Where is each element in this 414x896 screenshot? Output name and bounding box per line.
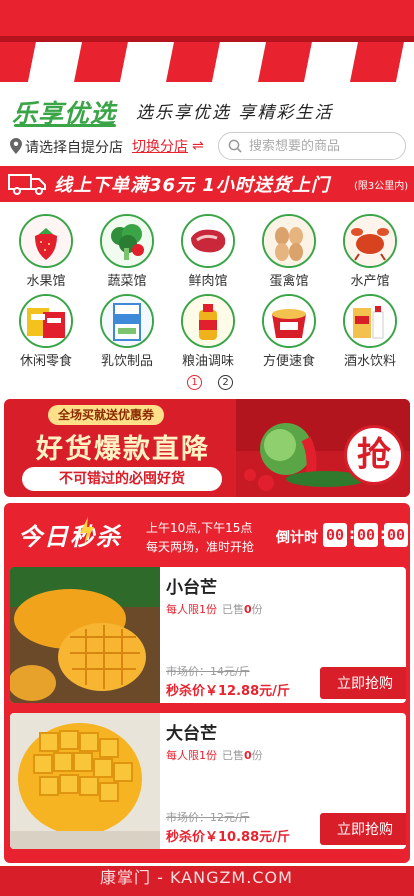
meat-icon (181, 214, 235, 268)
category-eggs[interactable]: 蛋禽馆 (249, 210, 329, 289)
product-sale-price: 秒杀价￥12.88元/斤 (166, 684, 290, 699)
snack-icon (19, 294, 73, 348)
page-dot-1[interactable]: 1 (187, 375, 202, 390)
brand-slogan: 选乐享优选 享精彩生活 (136, 103, 334, 123)
category-label: 粮油调味 (181, 354, 234, 369)
product-name: 小台芒 (166, 578, 217, 598)
category-label: 酒水饮料 (343, 354, 396, 369)
milk-icon (100, 294, 154, 348)
awning-stripe (74, 42, 128, 87)
instant-noodle-icon (262, 294, 316, 348)
product-sold-count: 已售0份 (222, 749, 263, 762)
product-name: 大台芒 (166, 724, 217, 744)
product-limit: 每人限1份 (166, 603, 217, 616)
promo-subtitle: 不可错过的必囤好货 (22, 467, 222, 491)
search-input[interactable] (249, 136, 399, 156)
promo-banner[interactable]: 全场买就送优惠券 好货爆款直降 不可错过的必囤好货 抢 (4, 399, 410, 497)
watermark-text: 康掌门 - KANGZM.COM (100, 868, 293, 887)
category-grain-oil[interactable]: 粮油调味 (168, 290, 248, 369)
flash-sale-note: 每天两场，准时开抢 (146, 540, 255, 554)
category-seafood[interactable]: 水产馆 (330, 210, 410, 289)
buy-now-button[interactable]: 立即抢购 (320, 813, 406, 845)
flash-sale-section: 今日秒杀 上午10点,下午15点 每天两场，准时开抢 倒计时 00 : 00 :… (4, 503, 410, 863)
flash-sale-schedule: 上午10点,下午15点 (146, 521, 253, 535)
grab-badge: 抢 (344, 425, 404, 485)
mango-image (10, 567, 160, 703)
awning-stripe (258, 42, 312, 87)
category-label: 乳饮制品 (100, 354, 153, 369)
awning-stripe (304, 42, 358, 87)
search-bar[interactable] (218, 132, 406, 160)
eggs-icon (262, 214, 316, 268)
mango-image (10, 713, 160, 849)
category-label: 方便速食 (262, 354, 315, 369)
category-vegetable[interactable]: 蔬菜馆 (87, 210, 167, 289)
category-label: 蛋禽馆 (269, 274, 309, 289)
awning-stripe (212, 42, 266, 87)
flash-sale-title: 今日秒杀 (18, 523, 122, 551)
category-label: 水产馆 (350, 274, 390, 289)
truck-icon (8, 174, 46, 195)
product-card[interactable]: 小台芒 每人限1份 已售0份 市场价：14元/斤 秒杀价￥12.88元/斤 立即… (10, 567, 406, 703)
category-dairy[interactable]: 乳饮制品 (87, 290, 167, 369)
countdown-minutes: 00 (354, 523, 378, 547)
switch-arrows-icon[interactable]: ⇌ (192, 138, 204, 154)
location-pin-icon (10, 138, 22, 154)
switch-store-link[interactable]: 切换分店 (132, 136, 188, 156)
category-label: 休闲零食 (19, 354, 72, 369)
store-select-label[interactable]: 请选择自提分店 (25, 137, 123, 157)
awning-stripe (28, 42, 82, 87)
category-drinks[interactable]: 酒水饮料 (330, 290, 410, 369)
lightning-icon (80, 517, 94, 545)
category-label: 水果馆 (26, 274, 66, 289)
search-icon (228, 139, 242, 153)
product-sold-count: 已售0份 (222, 603, 263, 616)
strawberry-icon (19, 214, 73, 268)
product-limit: 每人限1份 (166, 749, 217, 762)
product-market-price: 市场价：12元/斤 (166, 811, 250, 824)
delivery-banner: 线上下单满36元 1小时送货上门 (限3公里内) (0, 166, 414, 202)
category-label: 鲜肉馆 (188, 274, 228, 289)
countdown-hours: 00 (323, 523, 347, 547)
liquor-icon (343, 294, 397, 348)
category-fruit[interactable]: 水果馆 (6, 210, 86, 289)
promo-coupon-tag: 全场买就送优惠券 (48, 405, 165, 425)
category-instant-food[interactable]: 方便速食 (249, 290, 329, 369)
logo-underline (14, 124, 116, 127)
buy-now-button[interactable]: 立即抢购 (320, 667, 406, 699)
promo-title: 好货爆款直降 (36, 434, 210, 465)
store-awning-banner (0, 0, 414, 88)
countdown-label: 倒计时 (276, 530, 318, 546)
product-sale-price: 秒杀价￥10.88元/斤 (166, 830, 290, 845)
delivery-promo-text: 线上下单满36元 1小时送货上门 (54, 175, 330, 196)
awning-stripe (350, 42, 404, 87)
category-snacks[interactable]: 休闲零食 (6, 290, 86, 369)
awning-stripe (120, 42, 174, 87)
oil-icon (181, 294, 235, 348)
product-market-price: 市场价：14元/斤 (166, 665, 250, 678)
countdown-seconds: 00 (384, 523, 408, 547)
awning-stripe (166, 42, 220, 87)
category-meat[interactable]: 鲜肉馆 (168, 210, 248, 289)
broccoli-icon (100, 214, 154, 268)
category-pager: 1 2 (0, 374, 414, 392)
page-dot-2[interactable]: 2 (218, 375, 233, 390)
delivery-range-note: (限3公里内) (354, 177, 409, 192)
category-grid: 水果馆 蔬菜馆 鲜肉馆 蛋禽馆 水产馆 休闲零食 乳饮制品 粮油调味 方便速食 … (0, 210, 414, 370)
category-label: 蔬菜馆 (107, 274, 147, 289)
crayfish-icon (343, 214, 397, 268)
product-card[interactable]: 大台芒 每人限1份 已售0份 市场价：12元/斤 秒杀价￥10.88元/斤 立即… (10, 713, 406, 849)
